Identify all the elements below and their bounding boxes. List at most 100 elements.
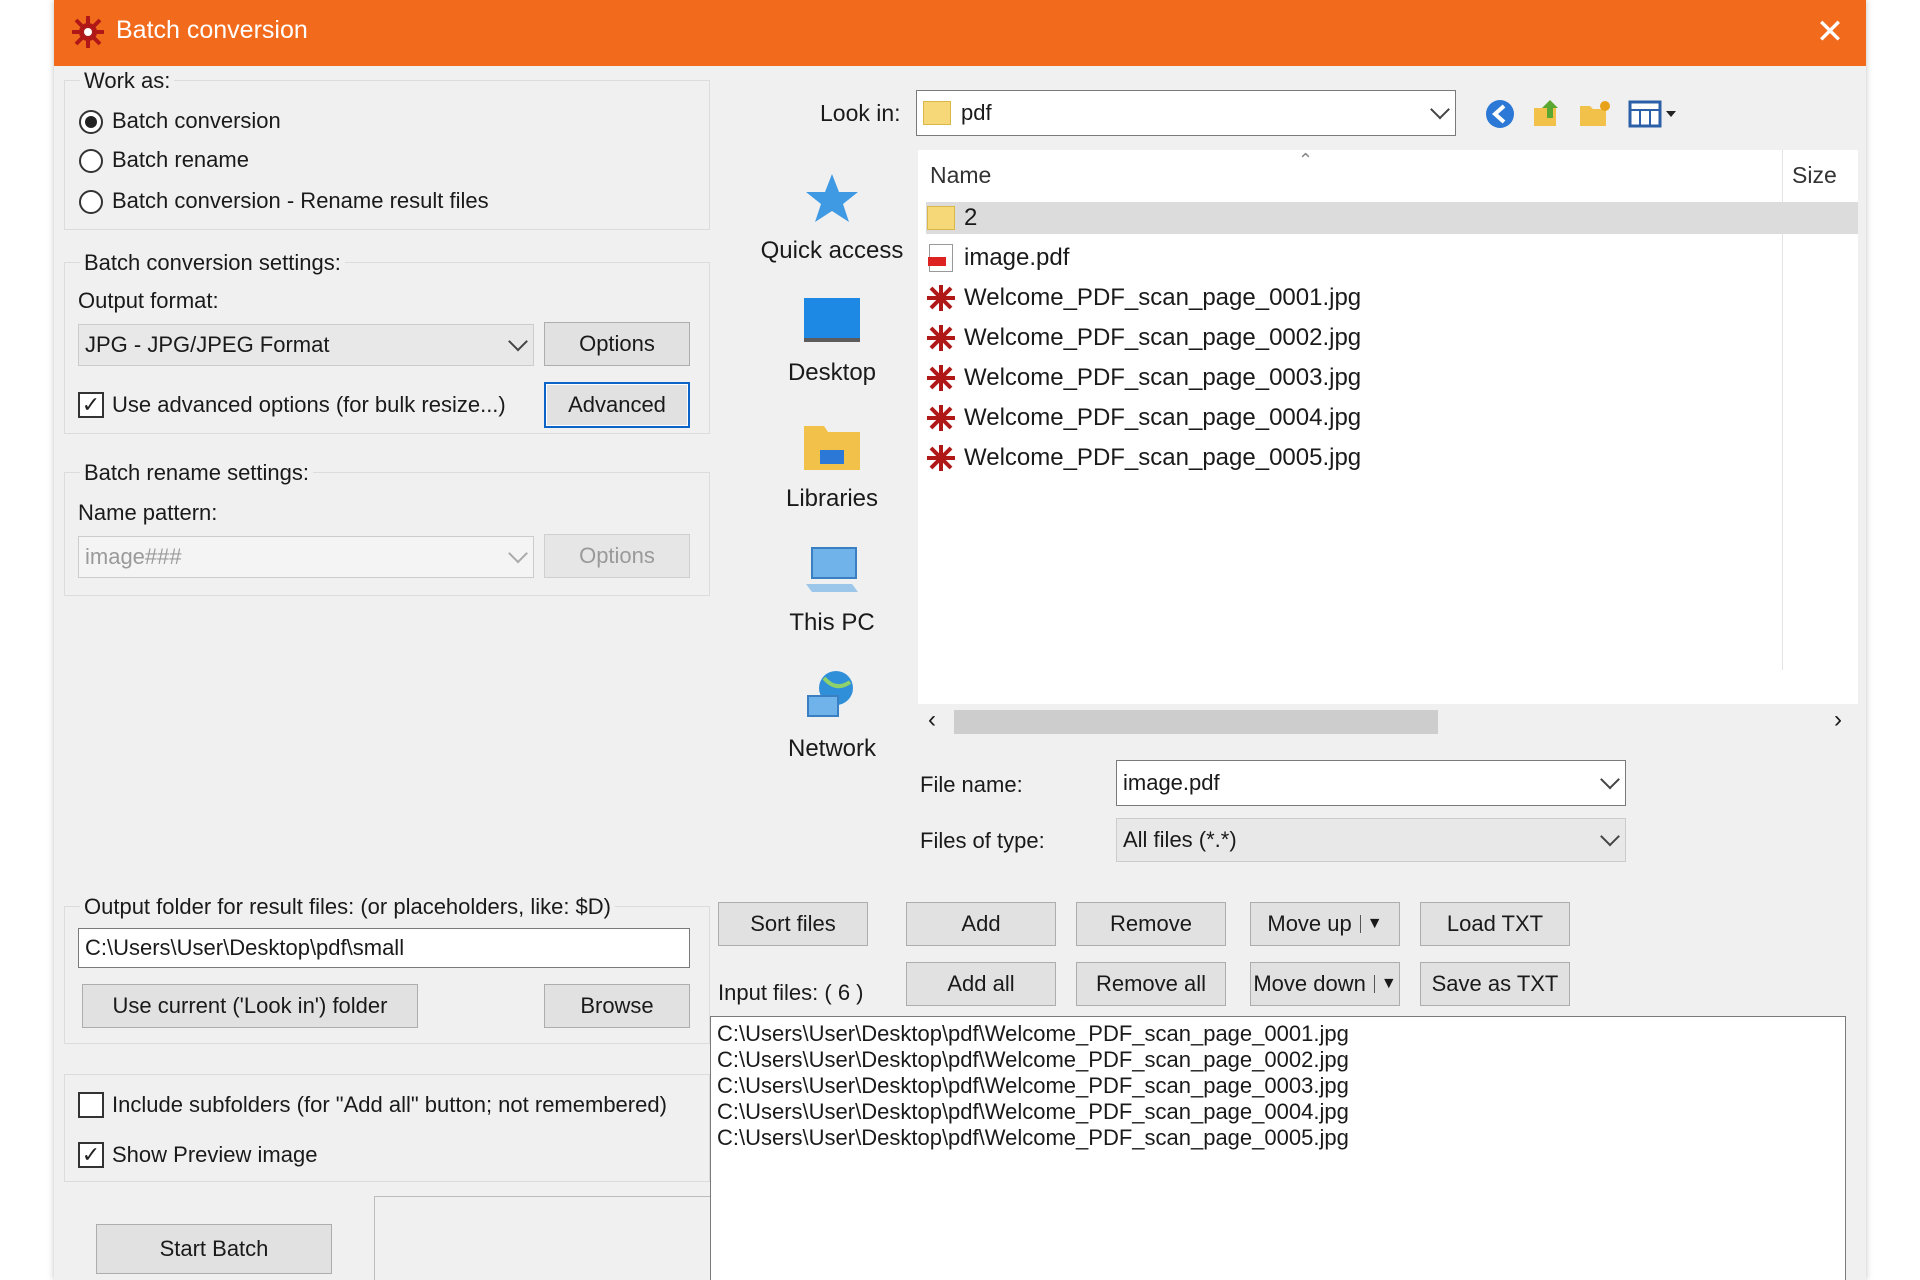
advanced-button[interactable]: Advanced bbox=[544, 382, 690, 428]
input-files-list[interactable]: C:\Users\User\Desktop\pdf\Welcome_PDF_sc… bbox=[710, 1016, 1846, 1280]
sort-files-button[interactable]: Sort files bbox=[718, 902, 868, 946]
list-item[interactable]: C:\Users\User\Desktop\pdf\Welcome_PDF_sc… bbox=[717, 1021, 1349, 1047]
save-as-txt-button[interactable]: Save as TXT bbox=[1420, 962, 1570, 1006]
output-folder-input[interactable]: C:\Users\User\Desktop\pdf\small bbox=[78, 928, 690, 968]
rename-options-button[interactable]: Options bbox=[544, 534, 690, 578]
scroll-left-icon[interactable]: ‹ bbox=[928, 706, 936, 734]
places-network[interactable]: Network bbox=[757, 668, 907, 763]
load-txt-button[interactable]: Load TXT bbox=[1420, 902, 1570, 946]
start-batch-button[interactable]: Start Batch bbox=[96, 1224, 332, 1274]
up-folder-icon[interactable] bbox=[1530, 96, 1564, 135]
look-in-label: Look in: bbox=[820, 100, 901, 126]
places-libraries[interactable]: Libraries bbox=[757, 420, 907, 513]
column-header-name[interactable]: Name bbox=[930, 162, 991, 189]
browse-button[interactable]: Browse bbox=[544, 984, 690, 1028]
chevron-down-icon bbox=[508, 543, 528, 564]
file-row-folder-2[interactable]: 2 bbox=[926, 202, 1858, 234]
chevron-down-icon bbox=[1600, 826, 1620, 847]
name-pattern-select[interactable]: image### bbox=[78, 536, 534, 578]
places-quick-access-label: Quick access bbox=[760, 237, 904, 264]
list-item[interactable]: C:\Users\User\Desktop\pdf\Welcome_PDF_sc… bbox=[717, 1047, 1349, 1073]
dropdown-arrow-icon[interactable]: ▼ bbox=[1373, 975, 1397, 993]
look-in-select[interactable]: pdf bbox=[916, 90, 1456, 136]
output-folder-label: Output folder for result files: (or plac… bbox=[80, 894, 616, 920]
file-name: Welcome_PDF_scan_page_0005.jpg bbox=[964, 444, 1362, 471]
include-subfolders-label[interactable]: Include subfolders (for "Add all" button… bbox=[112, 1092, 667, 1118]
places-desktop[interactable]: Desktop bbox=[757, 296, 907, 387]
use-current-folder-button[interactable]: Use current ('Look in') folder bbox=[82, 984, 418, 1028]
move-down-button[interactable]: Move down ▼ bbox=[1250, 962, 1400, 1006]
remove-all-button[interactable]: Remove all bbox=[1076, 962, 1226, 1006]
folder-icon bbox=[926, 204, 956, 232]
places-quick-access[interactable]: Quick access bbox=[757, 170, 907, 265]
title-bar[interactable]: Batch conversion ✕ bbox=[54, 0, 1866, 66]
radio-batch-conversion-rename-label[interactable]: Batch conversion - Rename result files bbox=[112, 188, 489, 214]
jpg-file-icon bbox=[926, 404, 956, 432]
checkmark-icon: ✓ bbox=[81, 392, 101, 417]
add-all-button[interactable]: Add all bbox=[906, 962, 1056, 1006]
places-this-pc-label: This PC bbox=[789, 609, 875, 636]
chevron-down-icon bbox=[1600, 769, 1620, 790]
places-this-pc[interactable]: This PC bbox=[757, 544, 907, 637]
chevron-down-icon bbox=[1430, 99, 1450, 120]
radio-batch-conversion-rename[interactable] bbox=[79, 190, 103, 214]
conversion-options-button[interactable]: Options bbox=[544, 322, 690, 366]
add-button[interactable]: Add bbox=[906, 902, 1056, 946]
file-name: 2 bbox=[964, 204, 978, 231]
places-libraries-label: Libraries bbox=[785, 485, 879, 512]
libraries-icon bbox=[804, 426, 860, 470]
file-name: Welcome_PDF_scan_page_0002.jpg bbox=[964, 324, 1362, 351]
horizontal-scrollbar[interactable]: ‹ › bbox=[918, 704, 1858, 738]
advanced-options-checkbox[interactable]: ✓ bbox=[78, 392, 104, 418]
radio-batch-conversion-label[interactable]: Batch conversion bbox=[112, 108, 281, 134]
view-menu-icon[interactable] bbox=[1628, 100, 1678, 133]
move-up-label: Move up bbox=[1267, 911, 1352, 936]
jpg-file-icon bbox=[926, 324, 956, 352]
name-pattern-value: image### bbox=[85, 544, 182, 569]
move-down-label: Move down bbox=[1253, 971, 1366, 996]
include-subfolders-checkbox[interactable] bbox=[78, 1092, 104, 1118]
batch-conversion-window: Batch conversion ✕ Work as: Batch conver… bbox=[54, 0, 1866, 1280]
network-icon bbox=[807, 671, 853, 717]
advanced-options-label[interactable]: Use advanced options (for bulk resize...… bbox=[112, 392, 506, 418]
dropdown-arrow-icon[interactable]: ▼ bbox=[1359, 915, 1383, 933]
output-folder-value: C:\Users\User\Desktop\pdf\small bbox=[85, 935, 405, 960]
show-preview-label[interactable]: Show Preview image bbox=[112, 1142, 317, 1168]
new-folder-icon[interactable] bbox=[1578, 98, 1612, 135]
file-name: image.pdf bbox=[964, 244, 1070, 271]
file-row-jpg-5[interactable]: Welcome_PDF_scan_page_0005.jpg bbox=[926, 442, 1682, 474]
app-logo-icon bbox=[70, 14, 106, 55]
radio-batch-rename[interactable] bbox=[79, 149, 103, 173]
close-icon: ✕ bbox=[1815, 13, 1845, 51]
show-preview-checkbox[interactable]: ✓ bbox=[78, 1142, 104, 1168]
files-of-type-value: All files (*.*) bbox=[1123, 827, 1237, 852]
file-row-jpg-1[interactable]: Welcome_PDF_scan_page_0001.jpg bbox=[926, 282, 1682, 314]
output-format-select[interactable]: JPG - JPG/JPEG Format bbox=[78, 324, 534, 366]
files-of-type-select[interactable]: All files (*.*) bbox=[1116, 818, 1626, 862]
computer-icon bbox=[806, 547, 858, 592]
file-row-jpg-2[interactable]: Welcome_PDF_scan_page_0002.jpg bbox=[926, 322, 1682, 354]
file-list[interactable]: ⌃ Name Size 2 image.pdf Welcome_PDF_scan… bbox=[918, 150, 1858, 738]
output-format-value: JPG - JPG/JPEG Format bbox=[85, 332, 330, 357]
file-name: Welcome_PDF_scan_page_0003.jpg bbox=[964, 364, 1362, 391]
radio-batch-rename-label[interactable]: Batch rename bbox=[112, 147, 249, 173]
jpg-file-icon bbox=[926, 364, 956, 392]
file-row-jpg-4[interactable]: Welcome_PDF_scan_page_0004.jpg bbox=[926, 402, 1682, 434]
chevron-down-icon bbox=[508, 331, 528, 352]
list-item[interactable]: C:\Users\User\Desktop\pdf\Welcome_PDF_sc… bbox=[717, 1099, 1349, 1125]
list-item[interactable]: C:\Users\User\Desktop\pdf\Welcome_PDF_sc… bbox=[717, 1073, 1349, 1099]
file-name-value: image.pdf bbox=[1123, 770, 1220, 795]
back-icon[interactable] bbox=[1484, 98, 1516, 135]
file-row-image-pdf[interactable]: image.pdf bbox=[926, 242, 1682, 274]
scrollbar-thumb[interactable] bbox=[954, 710, 1438, 734]
file-row-jpg-3[interactable]: Welcome_PDF_scan_page_0003.jpg bbox=[926, 362, 1682, 394]
rename-settings-label: Batch rename settings: bbox=[80, 460, 314, 486]
radio-batch-conversion[interactable] bbox=[79, 110, 103, 134]
file-name-input[interactable]: image.pdf bbox=[1116, 760, 1626, 806]
column-header-size[interactable]: Size bbox=[1792, 162, 1837, 189]
move-up-button[interactable]: Move up ▼ bbox=[1250, 902, 1400, 946]
scroll-right-icon[interactable]: › bbox=[1834, 706, 1842, 734]
remove-button[interactable]: Remove bbox=[1076, 902, 1226, 946]
list-item[interactable]: C:\Users\User\Desktop\pdf\Welcome_PDF_sc… bbox=[717, 1125, 1349, 1151]
close-button[interactable]: ✕ bbox=[1808, 10, 1852, 54]
